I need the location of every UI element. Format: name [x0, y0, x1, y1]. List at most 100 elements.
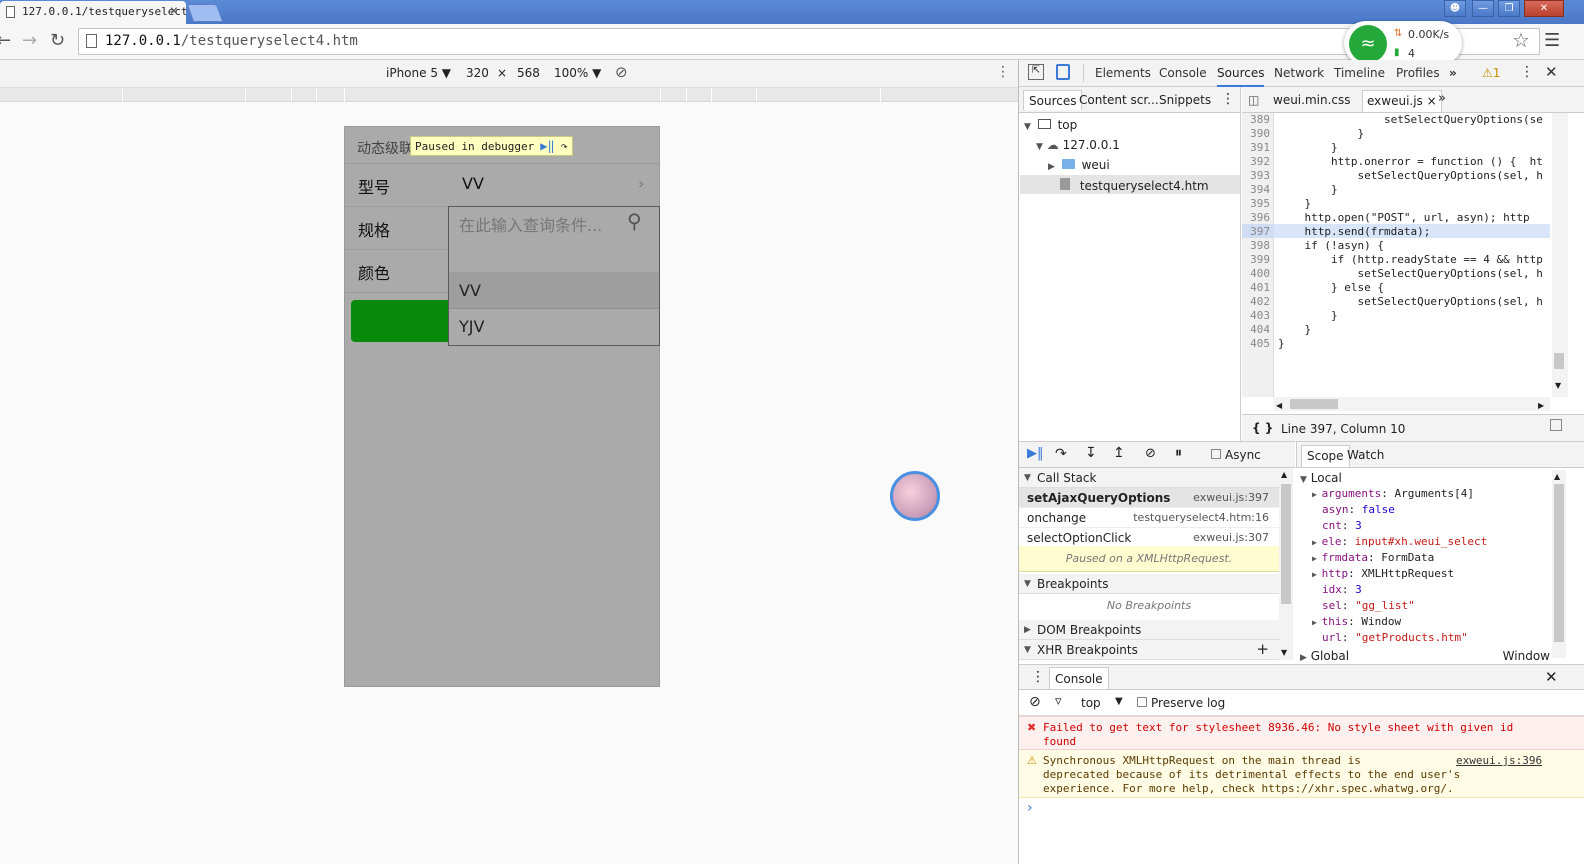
zoom-select[interactable]: 100% ▼: [554, 66, 601, 80]
height-input[interactable]: 568: [517, 66, 540, 80]
tab-profiles[interactable]: Profiles: [1396, 66, 1440, 80]
preserve-log-checkbox[interactable]: Preserve log: [1137, 696, 1225, 710]
browser-tab[interactable]: 127.0.0.1/testqueryselect4.htm ×: [0, 1, 186, 24]
scroll-thumb[interactable]: [1281, 484, 1291, 604]
scroll-thumb[interactable]: [1554, 353, 1564, 369]
console-warning[interactable]: ⚠ Synchronous XMLHttpRequest on the main…: [1019, 750, 1584, 798]
pretty-print-icon[interactable]: { }: [1252, 421, 1273, 435]
scope-variable[interactable]: ▶ frmdata: FormData: [1312, 550, 1562, 566]
xhr-breakpoints-header[interactable]: ▼ XHR Breakpoints +: [1019, 640, 1279, 660]
call-stack-header[interactable]: ▼ Call Stack: [1019, 468, 1279, 488]
tab-console[interactable]: Console: [1159, 66, 1207, 80]
line-number[interactable]: 397: [1242, 225, 1270, 239]
devtools-menu-icon[interactable]: ⋮: [1520, 64, 1534, 80]
scope-variable[interactable]: sel: "gg_list": [1312, 598, 1562, 614]
tree-item-file[interactable]: testqueryselect4.htm: [1060, 178, 1209, 193]
dropdown-search[interactable]: 在此输入查询条件... ⚲: [449, 207, 659, 273]
forward-icon[interactable]: →: [22, 30, 37, 51]
call-frame[interactable]: selectOptionClick exweui.js:307: [1019, 528, 1279, 548]
debugger-scrollbar[interactable]: ▲ ▼: [1279, 468, 1293, 660]
tab-watch[interactable]: Watch: [1347, 448, 1384, 462]
scope-variable[interactable]: ▶ http: XMLHttpRequest: [1312, 566, 1562, 582]
pause-on-exceptions-icon[interactable]: ⏸: [1175, 445, 1182, 461]
close-devtools-icon[interactable]: ✕: [1545, 63, 1558, 81]
back-icon[interactable]: ←: [0, 30, 11, 51]
step-over-icon[interactable]: ↷: [561, 139, 568, 153]
more-tabs-icon[interactable]: »: [1449, 66, 1457, 80]
line-number[interactable]: 403: [1242, 309, 1270, 323]
scope-variable[interactable]: ▶ this: Window: [1312, 614, 1562, 630]
line-number[interactable]: 398: [1242, 239, 1270, 253]
scroll-thumb[interactable]: [1554, 484, 1564, 642]
nav-tab-snippets[interactable]: Snippets: [1159, 93, 1211, 107]
nav-tab-sources[interactable]: Sources: [1023, 90, 1083, 110]
form-row-model[interactable]: 型号 VV ›: [344, 164, 660, 207]
line-number[interactable]: 399: [1242, 253, 1270, 267]
search-icon[interactable]: ⚲: [627, 209, 642, 233]
tab-scope[interactable]: Scope: [1301, 445, 1350, 467]
close-window-icon[interactable]: ✕: [1524, 0, 1564, 17]
console-error[interactable]: ✖ Failed to get text for stylesheet 8936…: [1019, 716, 1584, 750]
bookmark-star-icon[interactable]: ☆: [1512, 28, 1530, 52]
call-frame[interactable]: setAjaxQueryOptions exweui.js:397: [1019, 488, 1279, 508]
floating-avatar[interactable]: [890, 471, 940, 521]
line-number[interactable]: 395: [1242, 197, 1270, 211]
resume-icon[interactable]: ▶‖: [1027, 446, 1044, 461]
submit-button[interactable]: [351, 300, 461, 342]
filter-icon[interactable]: ▿: [1055, 694, 1062, 709]
scroll-left-icon[interactable]: ◀: [1276, 401, 1282, 410]
scope-local-header[interactable]: ▼ Local: [1300, 470, 1550, 486]
line-number[interactable]: 400: [1242, 267, 1270, 281]
resume-icon[interactable]: ▶‖: [540, 139, 554, 153]
nav-tab-content-scripts[interactable]: Content scr...: [1079, 93, 1159, 107]
line-number[interactable]: 394: [1242, 183, 1270, 197]
console-prompt[interactable]: ›: [1027, 800, 1033, 816]
close-drawer-icon[interactable]: ✕: [1545, 668, 1558, 686]
navigator-menu-icon[interactable]: ⋮: [1221, 91, 1235, 107]
breakpoints-header[interactable]: ▼ Breakpoints: [1019, 574, 1279, 594]
tab-network[interactable]: Network: [1274, 66, 1324, 80]
rotate-icon[interactable]: ⊘: [615, 63, 628, 81]
context-select[interactable]: top: [1081, 696, 1101, 710]
scroll-up-icon[interactable]: ▲: [1554, 472, 1560, 481]
deactivate-breakpoints-icon[interactable]: ⊘: [1145, 446, 1156, 461]
line-number[interactable]: 401: [1242, 281, 1270, 295]
scope-scrollbar[interactable]: ▲: [1552, 470, 1566, 658]
tab-close-icon[interactable]: ×: [170, 3, 178, 19]
inspect-icon[interactable]: ⇱: [1028, 64, 1044, 80]
scope-variable[interactable]: cnt: 3: [1312, 518, 1562, 534]
tab-sources[interactable]: Sources: [1217, 66, 1265, 87]
tab-elements[interactable]: Elements: [1095, 66, 1151, 80]
new-tab-button[interactable]: [186, 4, 224, 22]
reload-icon[interactable]: ↻: [50, 30, 65, 51]
more-editor-tabs-icon[interactable]: »: [1438, 91, 1446, 106]
scroll-up-icon[interactable]: ▲: [1281, 470, 1287, 479]
clear-console-icon[interactable]: ⊘: [1029, 694, 1041, 710]
minimize-icon[interactable]: —: [1472, 0, 1494, 17]
dom-breakpoints-header[interactable]: ▶ DOM Breakpoints: [1019, 620, 1279, 640]
close-tab-icon[interactable]: ×: [1427, 94, 1437, 108]
line-number[interactable]: 392: [1242, 155, 1270, 169]
width-input[interactable]: 320: [466, 66, 489, 80]
scope-variable[interactable]: idx: 3: [1312, 582, 1562, 598]
scope-variable[interactable]: ▶ ele: input#xh.weui_select: [1312, 534, 1562, 550]
device-select[interactable]: iPhone 5 ▼: [386, 66, 451, 80]
user-icon[interactable]: ☻: [1444, 0, 1466, 17]
line-number[interactable]: 389: [1242, 113, 1270, 127]
async-checkbox[interactable]: Async: [1211, 448, 1261, 462]
warning-source-link[interactable]: exweui.js:396: [1456, 754, 1542, 768]
line-number[interactable]: 390: [1242, 127, 1270, 141]
coverage-icon[interactable]: [1550, 419, 1562, 431]
dropdown-option[interactable]: VV: [449, 273, 659, 309]
editor-tab-js[interactable]: exweui.js ×: [1362, 90, 1442, 112]
more-options-icon[interactable]: ⋮: [996, 64, 1010, 80]
search-input[interactable]: 在此输入查询条件...: [459, 212, 602, 236]
menu-icon[interactable]: ☰: [1544, 30, 1560, 51]
scroll-right-icon[interactable]: ▶: [1538, 401, 1544, 410]
line-number[interactable]: 404: [1242, 323, 1270, 337]
drawer-menu-icon[interactable]: ⋮: [1031, 669, 1045, 685]
line-number[interactable]: 396: [1242, 211, 1270, 225]
line-number[interactable]: 391: [1242, 141, 1270, 155]
scope-variable[interactable]: ▶ arguments: Arguments[4]: [1312, 486, 1562, 502]
tree-item-host[interactable]: ▼ ☁ 127.0.0.1: [1036, 138, 1120, 152]
